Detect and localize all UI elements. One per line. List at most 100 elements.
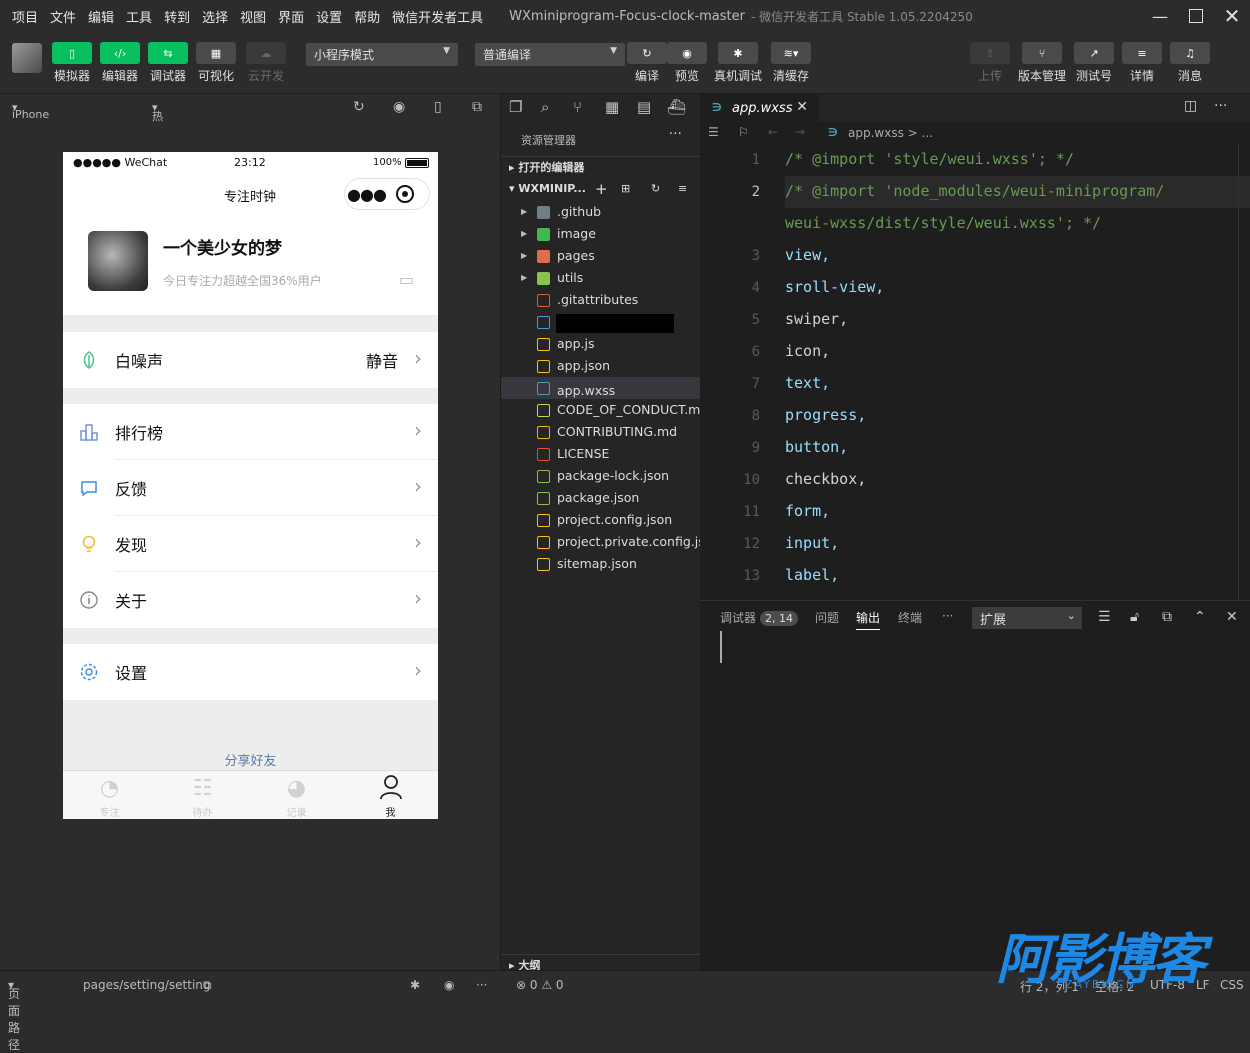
folder-item[interactable]: ▶ .github bbox=[501, 201, 701, 223]
lock-icon[interactable]: 🔓︎ bbox=[1130, 609, 1139, 625]
clear-cache-button[interactable]: ≋▾ 清缓存 bbox=[771, 42, 811, 84]
code-editor[interactable]: 1 /* @import 'style/weui.wxss'; */ 2 /* @im… bbox=[700, 144, 1250, 600]
stop-icon[interactable]: ◉ bbox=[393, 99, 405, 115]
minimize-icon[interactable]: — bbox=[1140, 0, 1180, 32]
close-icon[interactable]: ✕ bbox=[1212, 0, 1250, 32]
problems-count[interactable]: ⊗ 0 ⚠ 0 bbox=[516, 978, 564, 992]
menu-item-select[interactable]: 选择 bbox=[194, 7, 232, 26]
more-icon[interactable]: ●●● bbox=[345, 185, 388, 204]
bug-icon[interactable]: ✱ bbox=[410, 978, 420, 992]
file-item[interactable]: app.wxss bbox=[501, 377, 701, 399]
folder-item[interactable]: ▶ pages bbox=[501, 245, 701, 267]
visual-button[interactable]: ▦ 可视化 bbox=[196, 42, 236, 84]
menu-item-interface[interactable]: 界面 bbox=[270, 7, 308, 26]
file-item[interactable]: app.js bbox=[501, 333, 701, 355]
close-panel-icon[interactable]: ✕ bbox=[1226, 609, 1238, 625]
row-settings[interactable]: 设置 › bbox=[63, 644, 438, 700]
compile-select[interactable]: 普通编译 ▼ bbox=[475, 43, 625, 66]
file-item[interactable]: project.config.json bbox=[501, 509, 701, 531]
test-account-button[interactable]: ↗ 测试号 bbox=[1074, 42, 1114, 84]
folder-item[interactable]: ▶ utils bbox=[501, 267, 701, 289]
collapse-icon[interactable]: ≡ bbox=[678, 178, 687, 200]
more-icon[interactable]: ··· bbox=[669, 126, 682, 142]
capsule-menu[interactable]: ●●● bbox=[344, 178, 430, 210]
more-icon[interactable]: ··· bbox=[942, 609, 953, 623]
menu-item-edit[interactable]: 编辑 bbox=[80, 7, 118, 26]
copy-icon[interactable]: ⧉ bbox=[1162, 609, 1172, 625]
preview-button[interactable]: ◉ 预览 bbox=[667, 42, 707, 84]
tab-focus[interactable]: ◔ 专注 bbox=[63, 774, 156, 819]
more-icon[interactable]: ··· bbox=[476, 978, 487, 992]
docker-icon[interactable]: ⛴ bbox=[667, 98, 686, 116]
close-miniprogram-icon[interactable] bbox=[396, 185, 414, 203]
file-item[interactable]: app.json bbox=[501, 355, 701, 377]
scrollbar[interactable] bbox=[1238, 144, 1250, 600]
extensions-icon[interactable]: ▦ bbox=[605, 98, 619, 116]
clear-output-icon[interactable]: ☰ bbox=[1098, 609, 1111, 625]
upload-button[interactable]: ⇧ 上传 bbox=[970, 42, 1010, 84]
tab-app-wxss[interactable]: ∋ app.wxss ✕ bbox=[700, 94, 818, 122]
tab-terminal[interactable]: 终端 bbox=[898, 609, 922, 626]
editor-button[interactable]: ‹/› 编辑器 bbox=[100, 42, 140, 84]
tab-record[interactable]: ◕ 记录 bbox=[250, 774, 343, 819]
simulator-button[interactable]: ▯ 模拟器 bbox=[52, 42, 92, 84]
page-path-select[interactable]: 页面路径 ▾ bbox=[8, 978, 20, 1052]
file-item[interactable]: package-lock.json bbox=[501, 465, 701, 487]
menu-item-goto[interactable]: 转到 bbox=[156, 7, 194, 26]
row-discover[interactable]: 发现 › bbox=[63, 516, 438, 572]
file-item[interactable]: CONTRIBUTING.md bbox=[501, 421, 701, 443]
version-button[interactable]: ⑂ 版本管理 bbox=[1018, 42, 1066, 84]
details-button[interactable]: ≡ 详情 bbox=[1122, 42, 1162, 84]
file-item[interactable]: CODE_OF_CONDUCT.md bbox=[501, 399, 701, 421]
tab-todo[interactable]: ☷ 待办 bbox=[156, 774, 249, 819]
mode-select[interactable]: 小程序模式 ▼ bbox=[306, 43, 458, 66]
file-item[interactable]: LICENSE bbox=[501, 443, 701, 465]
card-icon[interactable]: ▭ bbox=[399, 270, 414, 289]
menu-item-view[interactable]: 视图 bbox=[232, 7, 270, 26]
device-select[interactable]: iPhone 6/7/8 100% 16 ▾ bbox=[12, 101, 49, 160]
file-item[interactable]: .gitattributes bbox=[501, 289, 701, 311]
output-channel-select[interactable]: 扩展 ⌄ bbox=[972, 607, 1082, 629]
files-icon[interactable]: ❐ bbox=[509, 98, 522, 116]
new-file-icon[interactable]: + bbox=[595, 178, 608, 200]
git-icon[interactable]: ⑂ bbox=[573, 98, 582, 116]
tab-problems[interactable]: 问题 bbox=[815, 609, 839, 626]
row-feedback[interactable]: 反馈 › bbox=[63, 460, 438, 516]
profile-card[interactable]: 一个美少女的梦 今日专注力超越全国36%用户 ▭ bbox=[63, 214, 438, 315]
rotate-icon[interactable]: ↻ bbox=[353, 99, 365, 115]
file-item[interactable] bbox=[501, 311, 701, 333]
menu-item-devtools[interactable]: 微信开发者工具 bbox=[384, 7, 487, 26]
row-white-noise[interactable]: 白噪声 静音 › bbox=[63, 332, 438, 388]
copy-icon[interactable]: ⧉ bbox=[203, 978, 212, 993]
menu-item-project[interactable]: 项目 bbox=[0, 7, 42, 26]
share-link[interactable]: 分享好友 bbox=[63, 750, 438, 769]
maximize-icon[interactable] bbox=[1176, 0, 1216, 32]
search-icon[interactable]: ⌕ bbox=[541, 98, 549, 116]
more-icon[interactable]: ··· bbox=[1214, 98, 1227, 114]
bookmark-icon[interactable]: ⚐ bbox=[738, 125, 749, 139]
cloud-button[interactable]: ☁ 云开发 bbox=[246, 42, 286, 84]
tab-me[interactable]: 我 bbox=[344, 774, 437, 819]
menu-item-file[interactable]: 文件 bbox=[42, 7, 80, 26]
storage-icon[interactable]: ▤ bbox=[637, 98, 651, 116]
project-section[interactable]: ▾ WXMINIP... + ⊞ ↻ ≡ bbox=[501, 178, 701, 200]
window-icon[interactable]: ⧉ bbox=[472, 99, 482, 115]
language-mode[interactable]: CSS bbox=[1220, 978, 1244, 992]
open-editors-section[interactable]: ▸ 打开的编辑器 bbox=[501, 156, 701, 178]
row-about[interactable]: 关于 › bbox=[63, 572, 438, 628]
refresh-icon[interactable]: ↻ bbox=[651, 178, 660, 200]
file-item[interactable]: sitemap.json bbox=[501, 553, 701, 575]
list-icon[interactable]: ☰ bbox=[708, 125, 719, 139]
messages-button[interactable]: ♫ 消息 bbox=[1170, 42, 1210, 84]
split-editor-icon[interactable]: ◫ bbox=[1184, 98, 1197, 114]
debugger-button[interactable]: ⇆ 调试器 bbox=[148, 42, 188, 84]
file-item[interactable]: project.private.config.js... bbox=[501, 531, 701, 553]
menu-item-tools[interactable]: 工具 bbox=[118, 7, 156, 26]
forward-icon[interactable]: → bbox=[795, 125, 805, 139]
folder-item[interactable]: ▶ image bbox=[501, 223, 701, 245]
new-folder-icon[interactable]: ⊞ bbox=[621, 178, 630, 200]
row-ranking[interactable]: 排行榜 › bbox=[63, 404, 438, 460]
user-avatar[interactable] bbox=[12, 43, 42, 73]
tab-output[interactable]: 输出 bbox=[856, 609, 881, 630]
back-icon[interactable]: ← bbox=[768, 125, 778, 139]
